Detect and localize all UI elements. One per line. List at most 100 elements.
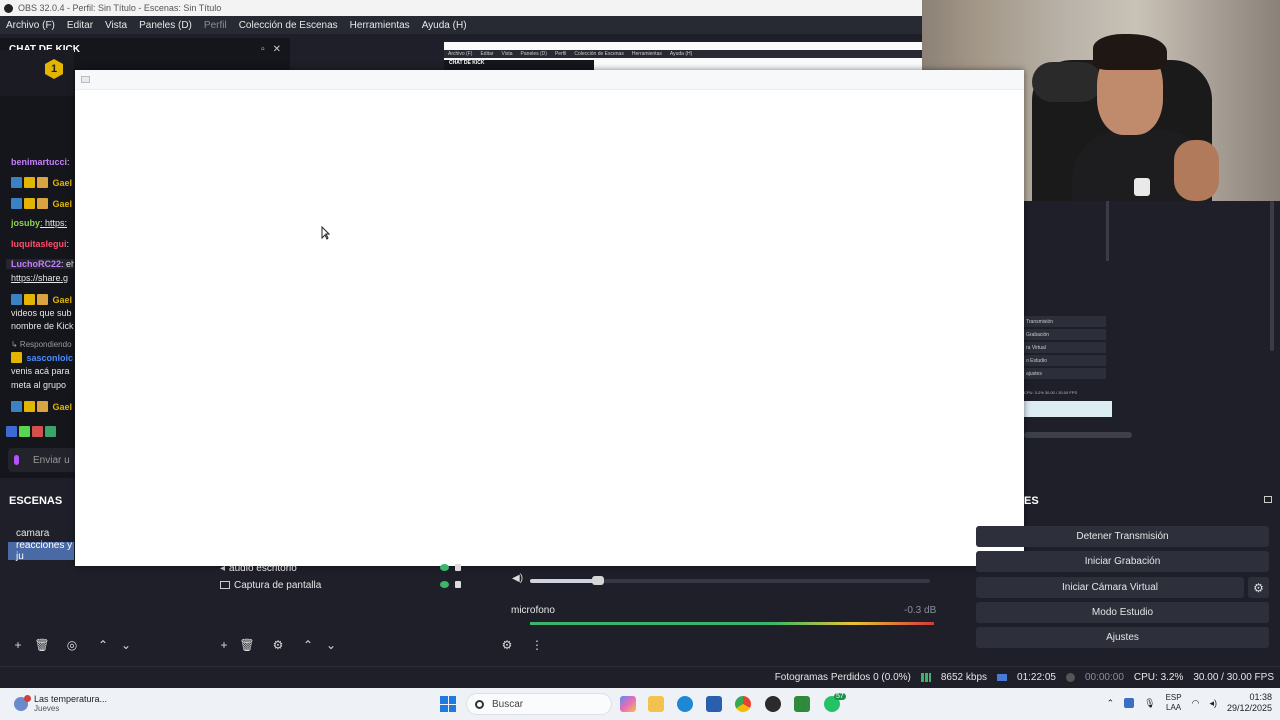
microphone-icon[interactable]: 🎙 bbox=[1144, 698, 1155, 709]
chat-message: Gael bbox=[11, 294, 72, 305]
crown-icon bbox=[24, 294, 35, 305]
status-bar: Fotogramas Perdidos 0 (0.0%) 8652 kbps 0… bbox=[0, 666, 1280, 688]
chat-message: sasconloic bbox=[11, 352, 73, 363]
chat-text: videos que sub bbox=[11, 308, 72, 318]
weather-title: Las temperatura... bbox=[34, 694, 108, 704]
system-tray: ⌃ 🎙 ESP LAA ◠ ◂) 01:38 29/12/2025 bbox=[1107, 692, 1272, 714]
windows-start-icon[interactable] bbox=[440, 696, 456, 712]
mini-status: CPU: 3.2% 30.00 / 30.00 FPS bbox=[1024, 390, 1078, 395]
mini-menu-item: Editar bbox=[480, 51, 494, 57]
clock[interactable]: 01:38 29/12/2025 bbox=[1227, 692, 1272, 714]
lock-icon[interactable] bbox=[455, 564, 461, 571]
edge-icon[interactable] bbox=[677, 696, 693, 712]
chat-text: venis acá para bbox=[11, 366, 70, 376]
obs-logo-icon bbox=[4, 3, 13, 13]
microphone-icon[interactable] bbox=[14, 455, 19, 465]
settings-button[interactable]: Ajustes bbox=[976, 627, 1269, 648]
network-icon[interactable] bbox=[1124, 698, 1135, 708]
speaker-icon[interactable]: ◂) bbox=[1209, 698, 1217, 709]
menu-herramientas[interactable]: Herramientas bbox=[344, 20, 416, 31]
virtual-camera-settings-gear-icon[interactable]: ⚙ bbox=[1248, 577, 1269, 598]
weather-widget[interactable]: Las temperatura... Jueves bbox=[14, 694, 107, 713]
bitrate: 8652 kbps bbox=[940, 672, 988, 683]
menu-coleccion-escenas[interactable]: Colección de Escenas bbox=[233, 20, 344, 31]
mixer-channel-db: -0.3 dB bbox=[904, 605, 937, 616]
move-up-icon[interactable]: ⌃ bbox=[299, 636, 317, 654]
remove-scene-trash-icon[interactable]: 🗑 bbox=[33, 636, 51, 654]
visibility-eye-icon[interactable] bbox=[440, 564, 449, 571]
chat-message: luquitaslegui: bbox=[11, 239, 70, 249]
chevron-up-icon[interactable]: ⌃ bbox=[1107, 698, 1115, 709]
mini-menu-item: Colección de Escenas bbox=[574, 51, 624, 57]
mixer-menu-kebab-icon[interactable]: ⋮ bbox=[528, 636, 546, 654]
volume-slider-fill bbox=[530, 579, 598, 583]
close-icon[interactable]: ✕ bbox=[273, 44, 281, 55]
right-panel-divider bbox=[1106, 201, 1109, 261]
emote-bar bbox=[6, 426, 58, 437]
taskbar-search[interactable]: Buscar bbox=[466, 693, 612, 715]
mixer-settings-gear-icon[interactable]: ⚙ bbox=[498, 636, 516, 654]
xbox-icon[interactable] bbox=[794, 696, 810, 712]
emote-icon[interactable] bbox=[6, 426, 17, 437]
remove-source-trash-icon[interactable]: 🗑 bbox=[238, 636, 256, 654]
add-scene-icon[interactable]: + bbox=[9, 636, 27, 654]
store-icon[interactable] bbox=[706, 696, 722, 712]
weather-subtitle: Jueves bbox=[34, 704, 60, 713]
horizontal-scrollbar[interactable] bbox=[1024, 432, 1132, 438]
source-item[interactable]: Captura de pantalla bbox=[220, 577, 470, 593]
mini-control: Transmisión bbox=[1024, 316, 1106, 327]
move-up-icon[interactable]: ⌃ bbox=[94, 636, 112, 654]
file-explorer-icon[interactable] bbox=[648, 696, 664, 712]
signal-bars-icon bbox=[920, 673, 931, 682]
scene-filter-icon[interactable]: ◎ bbox=[63, 636, 81, 654]
mini-control: ajustes bbox=[1024, 368, 1106, 379]
menu-paneles[interactable]: Paneles (D) bbox=[133, 20, 198, 31]
copilot-icon[interactable] bbox=[620, 696, 636, 712]
start-recording-button[interactable]: Iniciar Grabación bbox=[976, 551, 1269, 572]
language-indicator[interactable]: ESP LAA bbox=[1166, 693, 1182, 713]
source-properties-gear-icon[interactable]: ⚙ bbox=[269, 636, 287, 654]
mixer-channel-label: microfono bbox=[511, 605, 555, 616]
volume-slider-handle[interactable] bbox=[592, 576, 604, 585]
obs-icon[interactable] bbox=[765, 696, 781, 712]
mouse-cursor-icon bbox=[321, 226, 330, 240]
menu-vista[interactable]: Vista bbox=[99, 20, 133, 31]
chrome-icon[interactable] bbox=[735, 696, 751, 712]
stream-time: 01:22:05 bbox=[1017, 672, 1056, 683]
unlock-icon[interactable] bbox=[455, 581, 461, 588]
source-label: audio escritorio bbox=[229, 562, 297, 574]
start-virtual-camera-button[interactable]: Iniciar Cámara Virtual bbox=[976, 577, 1244, 598]
chat-link[interactable]: https://share.g bbox=[11, 273, 68, 283]
overlay-window-titlebar[interactable] bbox=[75, 70, 1024, 90]
move-down-icon[interactable]: ⌄ bbox=[322, 636, 340, 654]
menu-ayuda[interactable]: Ayuda (H) bbox=[416, 20, 473, 31]
menu-editar[interactable]: Editar bbox=[61, 20, 99, 31]
float-dock-icon[interactable]: ▫ bbox=[261, 44, 265, 55]
move-down-icon[interactable]: ⌄ bbox=[117, 636, 135, 654]
blank-overlay-window[interactable] bbox=[75, 70, 1024, 566]
menu-perfil[interactable]: Perfil bbox=[198, 20, 233, 31]
add-source-icon[interactable]: + bbox=[215, 636, 233, 654]
audio-level-meter bbox=[530, 622, 934, 625]
emote-icon[interactable] bbox=[19, 426, 30, 437]
stop-stream-button[interactable]: Detener Transmisión bbox=[976, 526, 1269, 547]
chat-message: Gael bbox=[11, 401, 72, 412]
scene-item-selected[interactable]: reacciones y ju bbox=[8, 540, 74, 562]
preview-mini-menu: Archivo (F) Editar Vista Paneles (D) Per… bbox=[444, 50, 922, 58]
right-scrollbar[interactable] bbox=[1270, 201, 1274, 351]
mini-control: ra Virtual bbox=[1024, 342, 1106, 353]
wifi-icon[interactable]: ◠ bbox=[1192, 698, 1200, 709]
emote-icon[interactable] bbox=[45, 426, 56, 437]
source-item[interactable]: ◂ audio escritorio bbox=[220, 560, 470, 576]
volume-icon[interactable]: ◀) bbox=[512, 573, 523, 584]
chat-message: josuby: https: bbox=[11, 218, 68, 228]
studio-mode-button[interactable]: Modo Estudio bbox=[976, 602, 1269, 623]
visibility-eye-icon[interactable] bbox=[440, 581, 449, 588]
gift-icon bbox=[37, 294, 48, 305]
menu-archivo[interactable]: Archivo (F) bbox=[0, 20, 61, 31]
webcam-chair-top bbox=[1032, 62, 1102, 102]
chat-input[interactable]: Enviar u bbox=[8, 448, 76, 472]
emote-icon[interactable] bbox=[32, 426, 43, 437]
float-dock-icon[interactable] bbox=[1264, 496, 1272, 503]
mini-menu-item: Perfil bbox=[554, 51, 567, 57]
